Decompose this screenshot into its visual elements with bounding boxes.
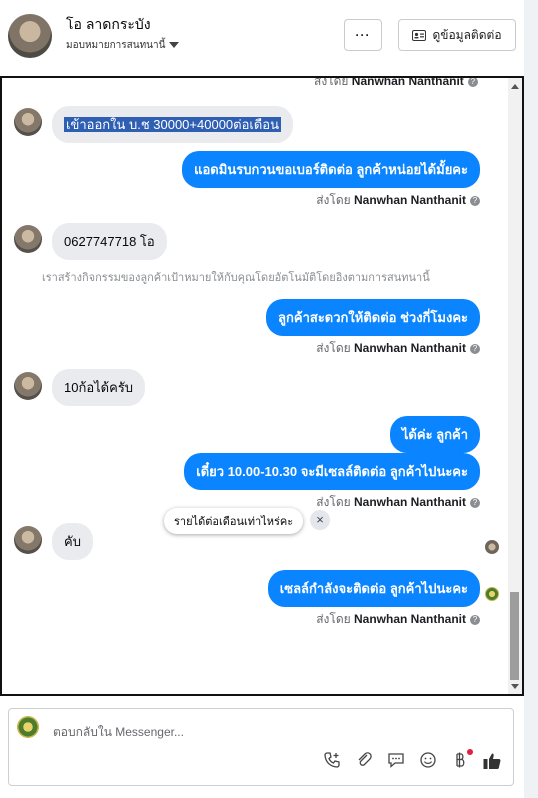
- read-receipt-avatar: [485, 540, 499, 554]
- emoji-icon[interactable]: [417, 751, 439, 773]
- contact-avatar-small: [14, 372, 42, 400]
- info-icon: ?: [470, 343, 480, 354]
- contact-avatar-small: [14, 225, 42, 253]
- incoming-message[interactable]: 0627747718 โอ: [52, 223, 167, 260]
- outgoing-message[interactable]: ลูกค้าสะดวกให้ติดต่อ ช่วงกี่โมงคะ: [266, 299, 480, 336]
- scroll-up-icon[interactable]: [511, 84, 519, 89]
- scrollbar[interactable]: [508, 78, 522, 694]
- notification-dot: [467, 749, 473, 755]
- scrollbar-thumb[interactable]: [510, 592, 519, 680]
- contact-name: โอ ลาดกระบัง: [66, 16, 151, 32]
- view-contact-label: ดูข้อมูลติดต่อ: [432, 27, 502, 42]
- scroll-down-icon[interactable]: [511, 684, 519, 689]
- contact-card-icon: [412, 29, 427, 41]
- contact-avatar[interactable]: [8, 14, 52, 58]
- saved-replies-icon[interactable]: [385, 751, 407, 773]
- info-icon: ?: [467, 78, 478, 87]
- outgoing-message[interactable]: ได้ค่ะ ลูกค้า: [389, 416, 480, 453]
- view-contact-info-button[interactable]: ดูข้อมูลติดต่อ: [398, 19, 516, 51]
- assign-label: มอบหมายการสนทนานี้: [66, 40, 166, 51]
- assign-conversation-dropdown[interactable]: มอบหมายการสนทนานี้: [66, 38, 180, 53]
- message-thread[interactable]: ส่งโดย Nanwhan Nanthanit? เข้าออกใน บ.ช …: [0, 76, 524, 696]
- outgoing-message[interactable]: แอดมินรบกวนขอเบอร์ติดต่อ ลูกค้าหน่อยได้ม…: [182, 151, 480, 188]
- conversation-header: โอ ลาดกระบัง มอบหมายการสนทนานี้ ··· ดูข้…: [0, 0, 524, 76]
- info-icon: ?: [470, 614, 480, 625]
- sent-by-label: ส่งโดย Nanwhan Nanthanit?: [316, 339, 480, 358]
- attachment-icon[interactable]: [353, 751, 375, 773]
- incoming-message[interactable]: เข้าออกใน บ.ช 30000+40000ต่อเดือน: [52, 106, 293, 143]
- close-suggestion-icon[interactable]: ×: [310, 510, 330, 530]
- contact-avatar-small: [14, 108, 42, 136]
- thumbs-up-icon[interactable]: [481, 751, 503, 773]
- suggested-reply-chip[interactable]: รายได้ต่อเดือนเท่าไหร่คะ: [164, 508, 304, 534]
- call-add-icon[interactable]: [321, 751, 343, 773]
- conversation-panel: โอ ลาดกระบัง มอบหมายการสนทนานี้ ··· ดูข้…: [0, 0, 524, 798]
- sent-by-label: ส่งโดย Nanwhan Nanthanit?: [316, 610, 480, 629]
- outgoing-message[interactable]: เซลล์กำลังจะติดต่อ ลูกค้าไปนะคะ: [267, 570, 480, 607]
- info-icon: ?: [470, 497, 480, 508]
- sent-by-label: ส่งโดย Nanwhan Nanthanit?: [316, 191, 480, 210]
- incoming-message[interactable]: คับ: [52, 523, 93, 560]
- caret-down-icon: [169, 42, 180, 49]
- contact-avatar-small: [14, 526, 42, 554]
- system-note: เราสร้างกิจกรรมของลูกค้าเป้าหมายให้กับคุ…: [42, 272, 430, 284]
- sent-by-label: ส่งโดย Nanwhan Nanthanit?: [314, 78, 478, 91]
- page-avatar: [17, 716, 39, 738]
- more-options-button[interactable]: ···: [344, 19, 382, 51]
- incoming-message[interactable]: 10ก้อได้ครับ: [52, 369, 146, 406]
- sent-by-label: ส่งโดย Nanwhan Nanthanit?: [316, 493, 480, 512]
- info-icon: ?: [470, 195, 480, 206]
- reply-composer[interactable]: ตอบกลับใน Messenger...: [8, 708, 514, 786]
- reply-input[interactable]: ตอบกลับใน Messenger...: [53, 723, 184, 742]
- outgoing-message[interactable]: เดี๋ยว 10.00-10.30 จะมีเซลล์ติดต่อ ลูกค้…: [184, 453, 480, 490]
- page-avatar: [485, 587, 499, 601]
